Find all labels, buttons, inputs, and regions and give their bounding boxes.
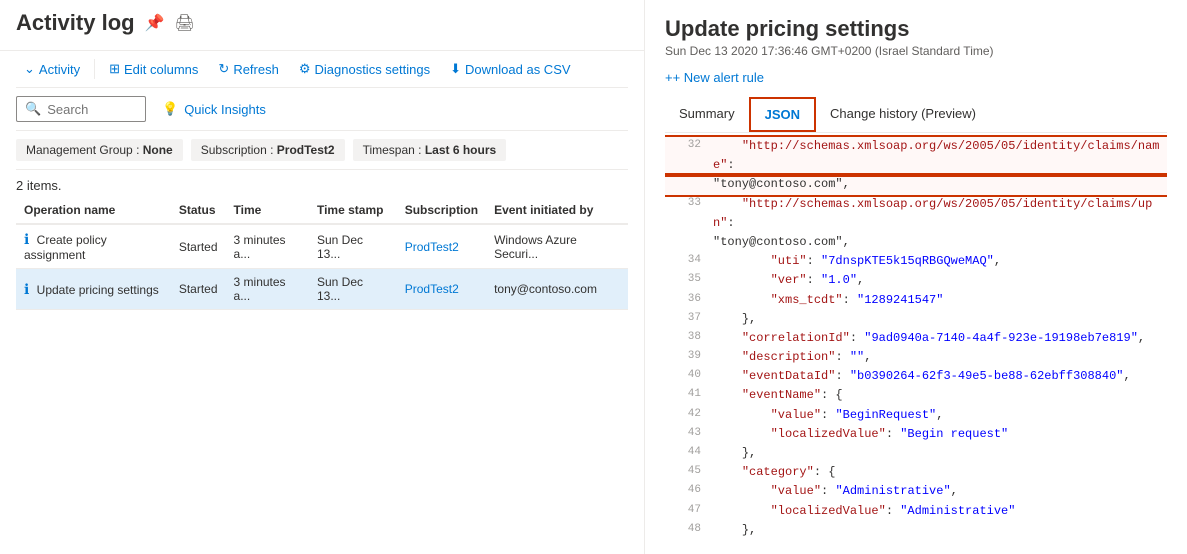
filter-subscription[interactable]: Subscription : ProdTest2 — [191, 139, 345, 161]
divider — [94, 59, 95, 79]
json-line: 48 }, — [665, 521, 1167, 538]
json-line: 45 "category": { — [665, 463, 1167, 482]
json-line: 32 "http://schemas.xmlsoap.org/ws/2005/0… — [665, 137, 1167, 175]
col-header-event[interactable]: Event initiated by — [486, 197, 628, 224]
cell-event-initiated: Windows Azure Securi... — [486, 224, 628, 269]
activity-table-container[interactable]: Operation name Status Time Time stamp Su… — [16, 197, 628, 554]
json-line: "tony@contoso.com", — [665, 233, 1167, 252]
cell-status: Started — [171, 269, 226, 310]
print-icon[interactable]: 🖨 — [175, 13, 195, 33]
cell-subscription: ProdTest2 — [397, 224, 486, 269]
gear-icon: ⚙ — [299, 61, 311, 77]
left-header: Activity log 📌 🖨 — [0, 0, 644, 51]
json-line: 43 "localizedValue": "Begin request" — [665, 425, 1167, 444]
json-line: 39 "description": "", — [665, 348, 1167, 367]
tab-summary[interactable]: Summary — [665, 98, 749, 131]
filter-timespan[interactable]: Timespan : Last 6 hours — [353, 139, 507, 161]
refresh-button[interactable]: ↻ Refresh — [210, 57, 286, 81]
toolbar: ⌄ Activity ⊞ Edit columns ↻ Refresh ⚙ Di… — [16, 51, 628, 88]
search-input[interactable] — [47, 102, 127, 117]
activity-table: Operation name Status Time Time stamp Su… — [16, 197, 628, 310]
cell-operation: ℹ Update pricing settings — [16, 269, 171, 310]
page-title-row: Activity log 📌 🖨 — [16, 10, 628, 36]
tab-change-history[interactable]: Change history (Preview) — [816, 98, 990, 131]
plus-icon: + — [665, 70, 673, 85]
left-panel: Activity log 📌 🖨 ⌄ Activity ⊞ Edit colum… — [0, 0, 645, 554]
json-line: 37 }, — [665, 310, 1167, 329]
json-line: 33 "http://schemas.xmlsoap.org/ws/2005/0… — [665, 195, 1167, 233]
left-content: ⌄ Activity ⊞ Edit columns ↻ Refresh ⚙ Di… — [0, 51, 644, 554]
info-icon: ℹ — [24, 231, 29, 247]
json-line: 34 "uti": "7dnspKTE5k15qRBGQweMAQ", — [665, 252, 1167, 271]
tab-json[interactable]: JSON — [749, 97, 816, 132]
col-header-timestamp[interactable]: Time stamp — [309, 197, 397, 224]
json-line: 47 "localizedValue": "Administrative" — [665, 502, 1167, 521]
pin-icon[interactable]: 📌 — [145, 13, 165, 33]
col-header-subscription[interactable]: Subscription — [397, 197, 486, 224]
columns-icon: ⊞ — [109, 61, 120, 77]
cell-operation: ℹ Create policy assignment — [16, 224, 171, 269]
json-line: 46 "value": "Administrative", — [665, 482, 1167, 501]
cell-event-initiated: tony@contoso.com — [486, 269, 628, 310]
cell-status: Started — [171, 224, 226, 269]
refresh-icon: ↻ — [218, 61, 229, 77]
col-header-operation[interactable]: Operation name — [16, 197, 171, 224]
json-line: 42 "value": "BeginRequest", — [665, 406, 1167, 425]
download-icon: ⬇ — [450, 61, 461, 77]
right-panel: Update pricing settings Sun Dec 13 2020 … — [645, 0, 1187, 554]
detail-subtitle: Sun Dec 13 2020 17:36:46 GMT+0200 (Israe… — [665, 44, 1167, 58]
json-line: 40 "eventDataId": "b0390264-62f3-49e5-be… — [665, 367, 1167, 386]
search-bar: 🔍 💡 Quick Insights — [16, 88, 628, 131]
diagnostics-button[interactable]: ⚙ Diagnostics settings — [291, 57, 438, 81]
edit-columns-button[interactable]: ⊞ Edit columns — [101, 57, 206, 81]
detail-tabs: Summary JSON Change history (Preview) — [665, 97, 1167, 133]
info-icon: ℹ — [24, 281, 29, 297]
search-icon: 🔍 — [25, 101, 41, 117]
json-viewer[interactable]: 32 "http://schemas.xmlsoap.org/ws/2005/0… — [665, 133, 1167, 538]
cell-time: 3 minutes a... — [226, 224, 309, 269]
filter-management-group[interactable]: Management Group : None — [16, 139, 183, 161]
new-alert-button[interactable]: + + New alert rule — [665, 70, 764, 85]
col-header-time[interactable]: Time — [226, 197, 309, 224]
json-line: 44 }, — [665, 444, 1167, 463]
lightbulb-icon: 💡 — [162, 101, 178, 117]
json-line: "tony@contoso.com", — [665, 175, 1167, 194]
search-box[interactable]: 🔍 — [16, 96, 146, 122]
quick-insights-button[interactable]: 💡 Quick Insights — [154, 97, 274, 121]
items-count: 2 items. — [16, 170, 628, 197]
activity-button[interactable]: ⌄ Activity — [16, 57, 88, 81]
json-line: 38 "correlationId": "9ad0940a-7140-4a4f-… — [665, 329, 1167, 348]
json-line: 36 "xms_tcdt": "1289241547" — [665, 291, 1167, 310]
cell-time: 3 minutes a... — [226, 269, 309, 310]
table-row[interactable]: ℹ Update pricing settings Started 3 minu… — [16, 269, 628, 310]
table-row[interactable]: ℹ Create policy assignment Started 3 min… — [16, 224, 628, 269]
col-header-status[interactable]: Status — [171, 197, 226, 224]
cell-timestamp: Sun Dec 13... — [309, 224, 397, 269]
page-title: Activity log — [16, 10, 135, 36]
json-line: 41 "eventName": { — [665, 386, 1167, 405]
cell-subscription: ProdTest2 — [397, 269, 486, 310]
detail-title: Update pricing settings — [665, 16, 1167, 42]
filters-row: Management Group : None Subscription : P… — [16, 131, 628, 170]
json-line: 35 "ver": "1.0", — [665, 271, 1167, 290]
download-button[interactable]: ⬇ Download as CSV — [442, 57, 578, 81]
cell-timestamp: Sun Dec 13... — [309, 269, 397, 310]
chevron-down-icon: ⌄ — [24, 61, 35, 77]
